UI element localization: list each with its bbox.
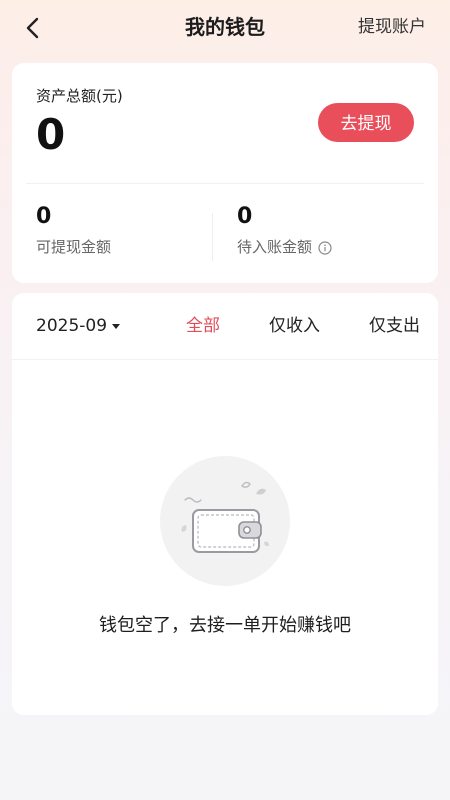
assets-total-label: 资产总额(元): [36, 87, 123, 105]
pending-label: 待入账金额: [237, 238, 313, 256]
top-nav-bar: 我的钱包 提现账户: [0, 0, 450, 56]
withdrawable-value: 0: [36, 204, 52, 229]
divider: [26, 183, 424, 184]
tab-all[interactable]: 全部: [186, 315, 220, 337]
withdraw-account-link[interactable]: 提现账户: [358, 15, 426, 39]
pending-label-row: 待入账金额: [237, 237, 332, 257]
tab-income-only[interactable]: 仅收入: [269, 315, 320, 337]
withdrawable-label: 可提现金额: [36, 238, 112, 256]
month-picker[interactable]: 2025-09: [36, 315, 121, 337]
withdraw-button[interactable]: 去提现: [318, 103, 414, 142]
tab-expense-only[interactable]: 仅支出: [369, 315, 420, 337]
assets-total-value: 0: [36, 110, 66, 159]
pending-amount: 0 待入账金额: [237, 203, 332, 257]
filter-bar: 2025-09 全部 仅收入 仅支出: [12, 293, 438, 360]
caret-down-icon: [112, 323, 121, 329]
info-icon[interactable]: [318, 240, 332, 255]
transactions-card: 2025-09 全部 仅收入 仅支出 钱包空了，去接一单开始赚钱吧: [12, 293, 438, 715]
empty-state-message: 钱包空了，去接一单开始赚钱吧: [99, 615, 351, 636]
withdrawable-amount: 0 可提现金额: [36, 203, 111, 257]
assets-card: 资产总额(元) 0 去提现 0 可提现金额 0 待入账金额: [12, 63, 438, 283]
pending-value: 0: [237, 204, 253, 229]
empty-wallet-icon: [160, 456, 290, 586]
vertical-divider: [212, 213, 213, 261]
month-value: 2025-09: [36, 316, 108, 336]
